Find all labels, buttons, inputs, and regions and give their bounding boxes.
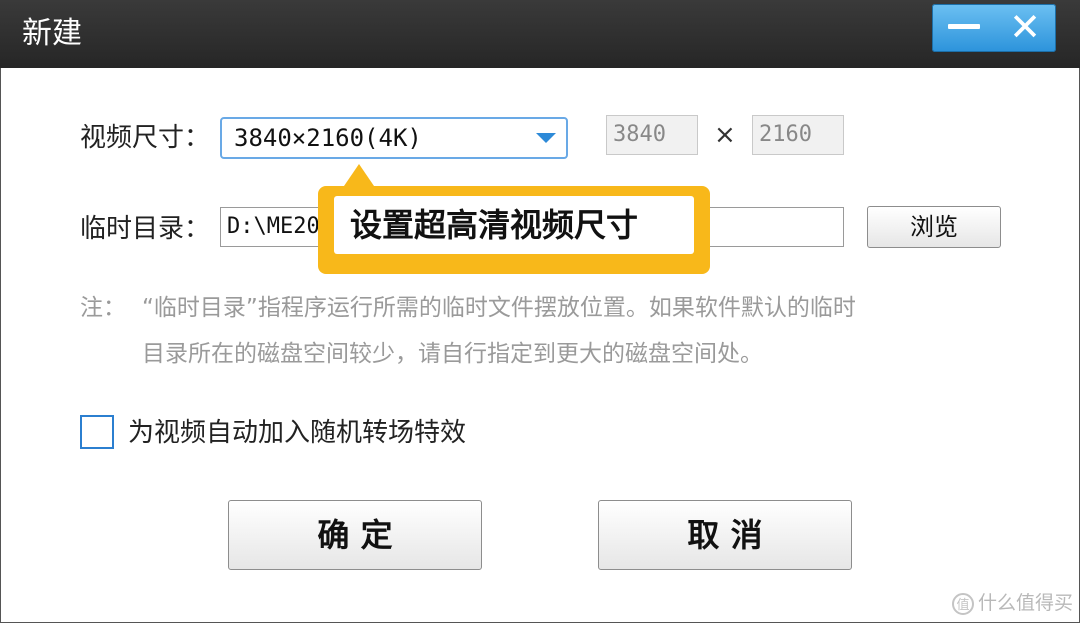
close-icon: ✕ [1009, 5, 1041, 49]
watermark-text: 什么值得买 [978, 592, 1074, 614]
note-line-1: “临时目录”指程序运行所需的临时文件摆放位置。如果软件默认的临时 [142, 295, 856, 321]
temp-dir-label: 临时目录： [80, 214, 211, 244]
random-transition-checkbox[interactable] [80, 415, 114, 449]
title-bar[interactable]: 新建 ✕ [0, 0, 1080, 68]
note-prefix: 注： [80, 295, 126, 321]
width-field: 3840 [606, 115, 698, 155]
height-field: 2160 [752, 115, 844, 155]
minimize-button[interactable] [932, 4, 994, 52]
note-line-2: 目录所在的磁盘空间较少，请自行指定到更大的磁盘空间处。 [142, 341, 763, 367]
window-controls: ✕ [932, 4, 1056, 52]
chevron-down-icon[interactable] [536, 133, 556, 143]
browse-button[interactable]: 浏览 [867, 206, 1001, 248]
smzdm-logo-icon: 值 [952, 592, 974, 615]
cancel-button[interactable]: 取 消 [598, 500, 852, 570]
video-size-dropdown[interactable]: 3840×2160(4K) [220, 117, 568, 159]
window-title: 新建 [22, 16, 82, 51]
annotation-callout: 设置超高清视频尺寸 [318, 186, 710, 274]
random-transition-label[interactable]: 为视频自动加入随机转场特效 [128, 416, 466, 450]
ok-button[interactable]: 确 定 [228, 500, 482, 570]
close-button[interactable]: ✕ [994, 4, 1056, 52]
video-size-label: 视频尺寸： [80, 123, 211, 153]
annotation-text: 设置超高清视频尺寸 [334, 196, 694, 254]
watermark: 值什么值得买 [952, 590, 1073, 616]
minimize-icon [948, 24, 980, 29]
times-sign: × [714, 120, 736, 150]
video-size-selected: 3840×2160(4K) [234, 124, 422, 152]
temp-dir-value: D:\ME20 [227, 214, 320, 239]
tooltip-pointer [344, 164, 374, 186]
